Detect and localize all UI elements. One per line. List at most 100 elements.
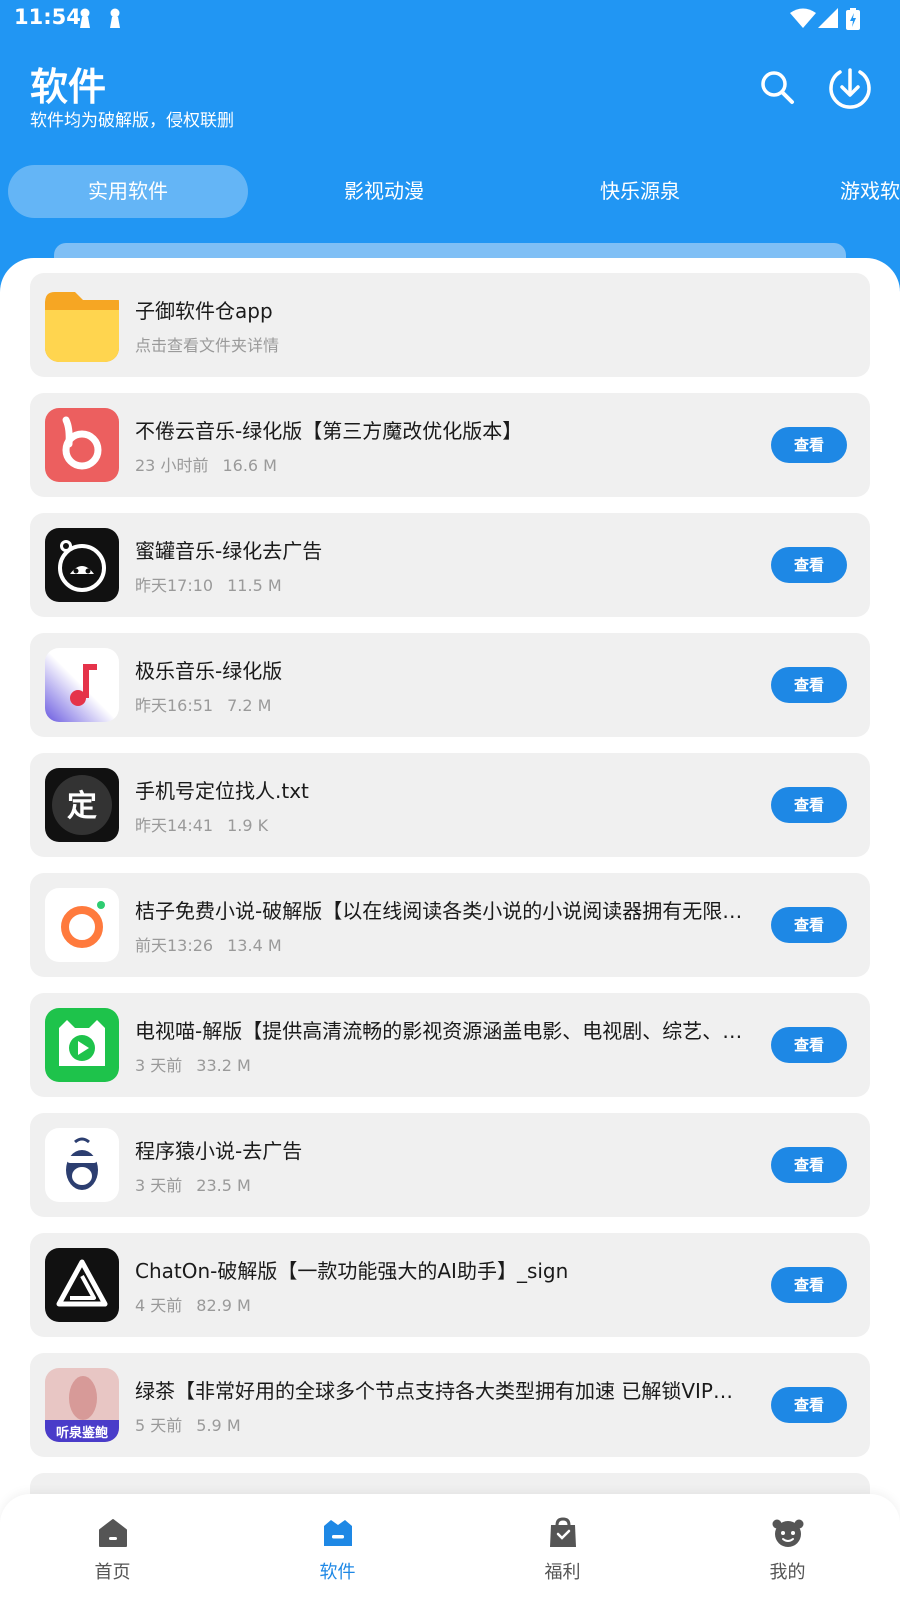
item-time: 23 小时前 (135, 456, 209, 475)
list-item[interactable]: 蜜罐音乐-绿化去广告 昨天17:10 11.5 M 查看 (30, 513, 870, 617)
list-item[interactable]: 电视喵-解版【提供高清流畅的影视资源涵盖电影、电视剧、综艺、动漫】 3 天前 33… (30, 993, 870, 1097)
list-item[interactable]: 极乐音乐-绿化版 昨天16:51 7.2 M 查看 (30, 633, 870, 737)
tab-film-anime[interactable]: 影视动漫 (264, 165, 504, 218)
view-button[interactable]: 查看 (771, 787, 847, 823)
music-b-app-icon (45, 408, 119, 482)
monkey-app-icon (45, 1128, 119, 1202)
item-time: 昨天14:41 (135, 816, 214, 835)
software-list: 子御软件仓app 点击查看文件夹详情 不倦云音乐-绿化版【第三方魔改优化版本】 … (0, 258, 900, 1600)
item-meta: 3 天前 33.2 M (135, 1052, 251, 1076)
item-title: 桔子免费小说-破解版【以在线阅读各类小说的小说阅读器拥有无限畅读】 (135, 899, 745, 923)
item-size: 23.5 M (196, 1176, 251, 1195)
list-item[interactable]: 程序猿小说-去广告 3 天前 23.5 M 查看 (30, 1113, 870, 1217)
item-size: 7.2 M (227, 696, 272, 715)
software-box-icon (324, 1520, 352, 1546)
item-time: 昨天16:51 (135, 696, 214, 715)
status-bar: 11:54 (0, 0, 900, 36)
nav-software[interactable]: 软件 (225, 1494, 450, 1600)
svg-text:定: 定 (67, 789, 97, 824)
nav-welfare[interactable]: 福利 (450, 1494, 675, 1600)
item-title: 程序猿小说-去广告 (135, 1139, 303, 1163)
item-subtitle: 点击查看文件夹详情 (135, 336, 280, 355)
item-meta: 23 小时前 16.6 M (135, 452, 277, 476)
item-title: 子御软件仓app (135, 299, 273, 323)
tab-happy-source[interactable]: 快乐源泉 (520, 165, 760, 218)
item-meta: 昨天16:51 7.2 M (135, 692, 271, 716)
item-title: 蜜罐音乐-绿化去广告 (135, 539, 323, 563)
tab-game-software[interactable]: 游戏软件 (760, 165, 900, 218)
item-size: 33.2 M (196, 1056, 251, 1075)
gift-bag-icon (550, 1517, 576, 1547)
list-item[interactable]: 子御软件仓app 点击查看文件夹详情 (30, 273, 870, 377)
notification-icon (110, 8, 120, 28)
orange-ring-app-icon (45, 888, 119, 962)
view-button[interactable]: 查看 (771, 427, 847, 463)
item-size: 1.9 K (227, 816, 269, 835)
cat-headphones-app-icon (45, 528, 119, 602)
item-meta: 前天13:26 13.4 M (135, 932, 282, 956)
item-title: 绿茶【非常好用的全球多个节点支持各大类型拥有加速 已解锁VIP会员】 (135, 1379, 745, 1403)
tv-cat-app-icon (45, 1008, 119, 1082)
item-size: 5.9 M (196, 1416, 241, 1435)
photo-app-icon: 听泉鉴鲍 (45, 1368, 119, 1442)
list-item[interactable]: 定 手机号定位找人.txt 昨天14:41 1.9 K 查看 (30, 753, 870, 857)
nav-home[interactable]: 首页 (0, 1494, 225, 1600)
view-button[interactable]: 查看 (771, 667, 847, 703)
item-title: 极乐音乐-绿化版 (135, 659, 283, 683)
view-button[interactable]: 查看 (771, 1267, 847, 1303)
nav-mine[interactable]: 我的 (675, 1494, 900, 1600)
view-button[interactable]: 查看 (771, 1027, 847, 1063)
home-icon (99, 1519, 127, 1547)
view-button[interactable]: 查看 (771, 907, 847, 943)
item-meta: 5 天前 5.9 M (135, 1412, 241, 1436)
list-item[interactable]: 听泉鉴鲍 绿茶【非常好用的全球多个节点支持各大类型拥有加速 已解锁VIP会员】 … (30, 1353, 870, 1457)
item-time: 前天13:26 (135, 936, 214, 955)
download-icon (829, 68, 871, 109)
list-item[interactable]: 不倦云音乐-绿化版【第三方魔改优化版本】 23 小时前 16.6 M 查看 (30, 393, 870, 497)
tab-practical-software[interactable]: 实用软件 (8, 165, 248, 218)
item-time: 3 天前 (135, 1056, 183, 1075)
nav-label: 福利 (544, 1562, 581, 1583)
chaton-app-icon (45, 1248, 119, 1322)
item-size: 16.6 M (222, 456, 277, 475)
battery-icon (846, 8, 860, 30)
item-title: 手机号定位找人.txt (135, 779, 309, 803)
item-time: 昨天17:10 (135, 576, 214, 595)
item-size: 11.5 M (227, 576, 282, 595)
item-size: 82.9 M (196, 1296, 251, 1315)
page-title: 软件 (30, 65, 107, 109)
item-time: 5 天前 (135, 1416, 183, 1435)
nav-label: 我的 (769, 1562, 806, 1583)
item-title: 不倦云音乐-绿化版【第三方魔改优化版本】 (135, 419, 523, 443)
search-button[interactable] (754, 64, 802, 112)
cellular-signal-icon (818, 8, 838, 28)
nav-label: 软件 (319, 1562, 356, 1583)
item-time: 4 天前 (135, 1296, 183, 1315)
item-meta: 3 天前 23.5 M (135, 1172, 251, 1196)
item-title: 电视喵-解版【提供高清流畅的影视资源涵盖电影、电视剧、综艺、动漫】 (135, 1019, 745, 1043)
download-button[interactable] (826, 64, 874, 112)
ding-text-app-icon: 定 (45, 768, 119, 842)
music-note-app-icon (45, 648, 119, 722)
item-time: 3 天前 (135, 1176, 183, 1195)
page-subtitle: 软件均为破解版，侵权联删 (30, 111, 234, 131)
folder-icon (45, 288, 119, 362)
item-title: ChatOn-破解版【一款功能强大的AI助手】_sign (135, 1259, 569, 1283)
icon-caption: 听泉鉴鲍 (55, 1426, 108, 1441)
bottom-navigation: 首页 软件 福利 我的 (0, 1494, 900, 1600)
nav-label: 首页 (94, 1562, 131, 1583)
view-button[interactable]: 查看 (771, 547, 847, 583)
status-time: 11:54 (14, 5, 81, 29)
notification-icon (80, 8, 90, 28)
category-tabs: 实用软件 影视动漫 快乐源泉 游戏软件 (0, 165, 900, 220)
item-meta: 昨天14:41 1.9 K (135, 812, 268, 836)
list-item[interactable]: ChatOn-破解版【一款功能强大的AI助手】_sign 4 天前 82.9 M … (30, 1233, 870, 1337)
view-button[interactable]: 查看 (771, 1387, 847, 1423)
profile-icon (772, 1519, 804, 1547)
item-size: 13.4 M (227, 936, 282, 955)
search-icon (761, 71, 794, 104)
item-meta: 4 天前 82.9 M (135, 1292, 251, 1316)
list-item[interactable]: 桔子免费小说-破解版【以在线阅读各类小说的小说阅读器拥有无限畅读】 前天13:2… (30, 873, 870, 977)
view-button[interactable]: 查看 (771, 1147, 847, 1183)
wifi-icon (790, 8, 816, 28)
